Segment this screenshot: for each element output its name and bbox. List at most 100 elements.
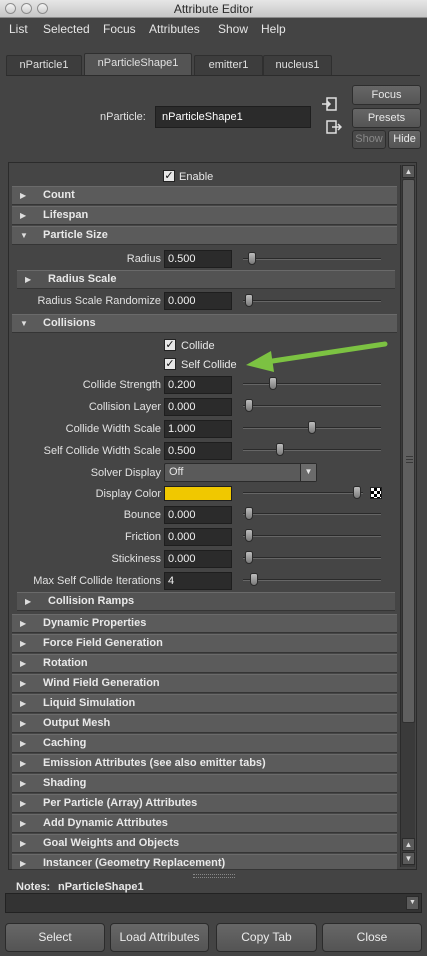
display-color-slider[interactable] bbox=[243, 486, 363, 499]
section-force-field-generation[interactable]: ▶ Force Field Generation bbox=[12, 634, 397, 653]
scroll-up-icon[interactable]: ▲ bbox=[402, 165, 415, 178]
expand-arrow-icon: ▶ bbox=[20, 819, 27, 828]
collide-width-scale-field[interactable]: 1.000 bbox=[164, 420, 232, 438]
section-rotation[interactable]: ▶ Rotation bbox=[12, 654, 397, 673]
section-dynamic-properties[interactable]: ▶ Dynamic Properties bbox=[12, 614, 397, 633]
notes-field[interactable]: ▼ bbox=[5, 893, 422, 913]
section-per-particle-attributes[interactable]: ▶ Per Particle (Array) Attributes bbox=[12, 794, 397, 813]
stickiness-field[interactable]: 0.000 bbox=[164, 550, 232, 568]
bounce-slider[interactable] bbox=[243, 507, 381, 520]
menu-show[interactable]: Show bbox=[218, 22, 248, 36]
node-name-field[interactable]: nParticleShape1 bbox=[155, 106, 311, 128]
self-collide-checkbox[interactable]: ✓ bbox=[164, 358, 176, 370]
presets-button[interactable]: Presets bbox=[352, 108, 421, 128]
section-liquid-simulation[interactable]: ▶ Liquid Simulation bbox=[12, 694, 397, 713]
solver-display-value: Off bbox=[169, 466, 184, 478]
menu-attributes[interactable]: Attributes bbox=[149, 22, 200, 36]
slider-knob[interactable] bbox=[245, 551, 253, 564]
section-lifespan[interactable]: ▶ Lifespan bbox=[12, 206, 397, 225]
focus-button[interactable]: Focus bbox=[352, 85, 421, 105]
section-collisions[interactable]: ▼ Collisions bbox=[12, 314, 397, 333]
max-self-collide-iterations-field[interactable]: 4 bbox=[164, 572, 232, 590]
expand-arrow-icon: ▶ bbox=[20, 739, 27, 748]
section-count[interactable]: ▶ Count bbox=[12, 186, 397, 205]
input-connection-icon[interactable] bbox=[322, 97, 338, 111]
scroll-down-icon[interactable]: ▼ bbox=[402, 852, 415, 865]
collide-checkbox[interactable]: ✓ bbox=[164, 339, 176, 351]
copy-tab-button[interactable]: Copy Tab bbox=[216, 923, 317, 952]
friction-label: Friction bbox=[124, 531, 161, 543]
show-button[interactable]: Show bbox=[352, 130, 386, 149]
expand-arrow-icon: ▶ bbox=[20, 679, 27, 688]
section-shading[interactable]: ▶ Shading bbox=[12, 774, 397, 793]
menu-selected[interactable]: Selected bbox=[43, 22, 90, 36]
tab-nparticleshape1[interactable]: nParticleShape1 bbox=[84, 53, 192, 75]
output-connection-icon[interactable] bbox=[326, 120, 342, 134]
display-color-swatch[interactable] bbox=[164, 486, 232, 501]
collide-strength-field[interactable]: 0.200 bbox=[164, 376, 232, 394]
grip-line bbox=[406, 459, 413, 460]
collide-strength-slider[interactable] bbox=[243, 377, 381, 390]
slider-knob[interactable] bbox=[276, 443, 284, 456]
slider-knob[interactable] bbox=[269, 377, 277, 390]
solver-display-dropdown[interactable]: Off ▼ bbox=[164, 463, 317, 482]
bounce-field[interactable]: 0.000 bbox=[164, 506, 232, 524]
tab-nparticle1[interactable]: nParticle1 bbox=[6, 55, 82, 75]
panel-scrollbar[interactable]: ▲ ▲ ▼ bbox=[400, 165, 415, 867]
close-button[interactable]: Close bbox=[322, 923, 422, 952]
section-add-dynamic-attributes[interactable]: ▶ Add Dynamic Attributes bbox=[12, 814, 397, 833]
slider-knob[interactable] bbox=[353, 486, 361, 499]
tab-nucleus1[interactable]: nucleus1 bbox=[263, 55, 332, 75]
tab-emitter1[interactable]: emitter1 bbox=[194, 55, 263, 75]
stickiness-slider[interactable] bbox=[243, 551, 381, 564]
self-collide-width-scale-slider[interactable] bbox=[243, 443, 381, 456]
resize-handle[interactable] bbox=[193, 874, 235, 878]
section-wind-field-generation[interactable]: ▶ Wind Field Generation bbox=[12, 674, 397, 693]
section-particle-size[interactable]: ▼ Particle Size bbox=[12, 226, 397, 245]
slider-knob[interactable] bbox=[245, 294, 253, 307]
section-output-mesh[interactable]: ▶ Output Mesh bbox=[12, 714, 397, 733]
friction-slider[interactable] bbox=[243, 529, 381, 542]
hide-button[interactable]: Hide bbox=[388, 130, 421, 149]
section-emission-attributes[interactable]: ▶ Emission Attributes (see also emitter t… bbox=[12, 754, 397, 773]
slider-knob[interactable] bbox=[250, 573, 258, 586]
radius-scale-randomize-field[interactable]: 0.000 bbox=[164, 292, 232, 310]
slider-knob[interactable] bbox=[245, 399, 253, 412]
section-caching[interactable]: ▶ Caching bbox=[12, 734, 397, 753]
select-button[interactable]: Select bbox=[5, 923, 105, 952]
max-self-collide-iterations-slider[interactable] bbox=[243, 573, 381, 586]
grip-line bbox=[406, 462, 413, 463]
section-instancer[interactable]: ▶ Instancer (Geometry Replacement) bbox=[12, 854, 397, 870]
color-map-checker-icon[interactable] bbox=[370, 487, 382, 499]
menu-help[interactable]: Help bbox=[261, 22, 286, 36]
slider-knob[interactable] bbox=[248, 252, 256, 265]
chevron-down-icon[interactable]: ▼ bbox=[300, 464, 316, 481]
enable-checkbox[interactable]: ✓ bbox=[163, 170, 175, 182]
scroll-thumb[interactable] bbox=[402, 179, 415, 723]
menu-focus[interactable]: Focus bbox=[103, 22, 136, 36]
radius-slider[interactable] bbox=[243, 252, 381, 265]
collision-layer-slider[interactable] bbox=[243, 399, 381, 412]
section-goal-weights-and-objects[interactable]: ▶ Goal Weights and Objects bbox=[12, 834, 397, 853]
collide-strength-label: Collide Strength bbox=[82, 379, 161, 391]
expand-arrow-icon: ▶ bbox=[20, 799, 27, 808]
collision-layer-field[interactable]: 0.000 bbox=[164, 398, 232, 416]
radius-label: Radius bbox=[126, 253, 161, 265]
section-radius-scale[interactable]: ▶ Radius Scale bbox=[17, 270, 395, 289]
slider-knob[interactable] bbox=[245, 529, 253, 542]
section-collision-ramps[interactable]: ▶ Collision Ramps bbox=[17, 592, 395, 611]
self-collide-width-scale-field[interactable]: 0.500 bbox=[164, 442, 232, 460]
friction-field[interactable]: 0.000 bbox=[164, 528, 232, 546]
load-attributes-button[interactable]: Load Attributes bbox=[110, 923, 209, 952]
radius-scale-randomize-slider[interactable] bbox=[243, 294, 381, 307]
slider-knob[interactable] bbox=[245, 507, 253, 520]
radius-field[interactable]: 0.500 bbox=[164, 250, 232, 268]
scroll-down-icon[interactable]: ▼ bbox=[406, 896, 419, 910]
scroll-up-icon[interactable]: ▲ bbox=[402, 838, 415, 851]
expand-arrow-icon: ▶ bbox=[20, 211, 27, 220]
collide-width-scale-slider[interactable] bbox=[243, 421, 381, 434]
slider-knob[interactable] bbox=[308, 421, 316, 434]
collapse-arrow-icon: ▼ bbox=[20, 231, 28, 240]
menu-list[interactable]: List bbox=[9, 22, 28, 36]
self-collide-width-scale-label: Self Collide Width Scale bbox=[43, 445, 161, 457]
